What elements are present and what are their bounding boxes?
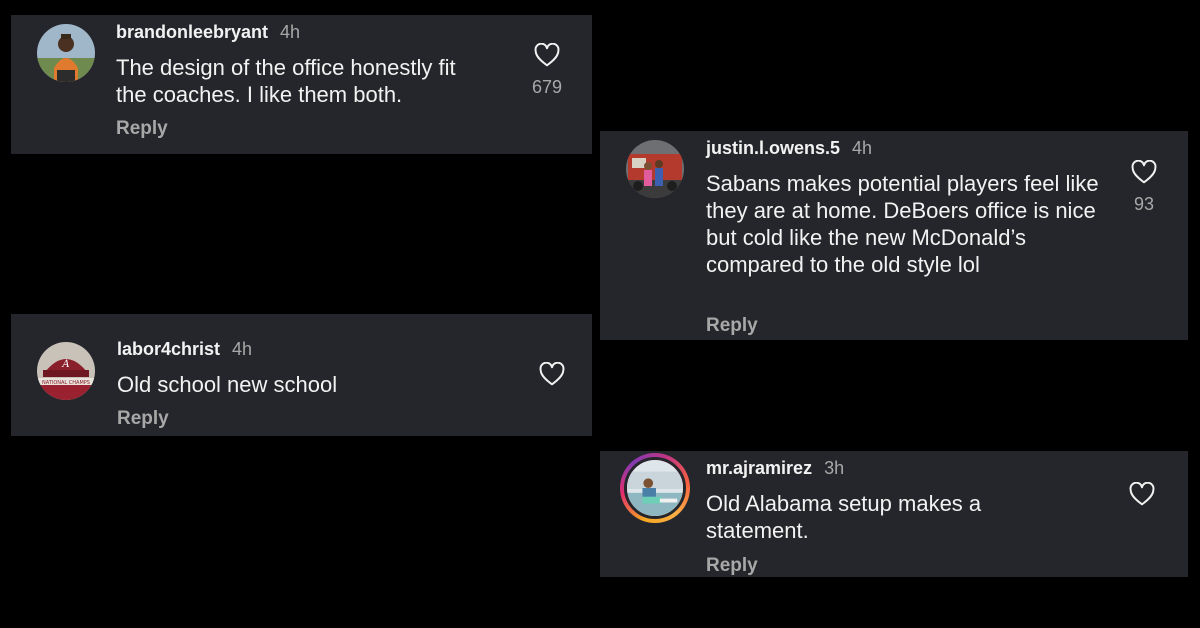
avatar-story-ring[interactable] (620, 453, 690, 523)
avatar-photo (627, 460, 683, 516)
heart-outline-icon[interactable] (1131, 160, 1157, 184)
comment-card: A NATIONAL CHAMPS labor4christ 4h Old sc… (11, 314, 592, 436)
timestamp: 3h (824, 458, 845, 478)
comment-card: brandonleebryant 4h The design of the of… (11, 15, 592, 154)
reply-button[interactable]: Reply (706, 315, 758, 337)
comment-text: The design of the office honestly fit th… (116, 55, 456, 107)
comment-card: mr.ajramirez 3h Old Alabama setup makes … (600, 451, 1188, 577)
avatar[interactable] (37, 24, 95, 82)
timestamp: 4h (852, 138, 873, 158)
like-count: 93 (1133, 194, 1155, 214)
heart-outline-icon[interactable] (539, 362, 565, 386)
username[interactable]: justin.l.owens.5 (706, 138, 840, 159)
like-control: 93 (1114, 160, 1174, 215)
heart-outline-icon[interactable] (534, 43, 560, 67)
comment-text: Old Alabama setup makes a statement. (706, 491, 982, 543)
like-control (1112, 482, 1172, 506)
comment-card: justin.l.owens.5 4h Sabans makes potenti… (600, 131, 1188, 340)
avatar[interactable]: A NATIONAL CHAMPS (37, 342, 95, 400)
reply-button[interactable]: Reply (117, 408, 169, 430)
username[interactable]: brandonleebryant (116, 22, 268, 43)
comment-text: Sabans makes potential players feel like… (706, 171, 1099, 277)
svg-text:A: A (61, 359, 69, 370)
like-count: 679 (531, 77, 563, 97)
timestamp: 4h (280, 22, 301, 42)
heart-outline-icon[interactable] (1129, 482, 1155, 506)
avatar-photo (37, 24, 95, 82)
username[interactable]: labor4christ (117, 339, 220, 360)
reply-button[interactable]: Reply (706, 555, 758, 577)
timestamp: 4h (232, 339, 253, 359)
avatar[interactable] (626, 140, 684, 198)
avatar-photo: A NATIONAL CHAMPS (37, 342, 95, 400)
username[interactable]: mr.ajramirez (706, 458, 812, 479)
like-control (522, 362, 582, 386)
avatar-photo (626, 140, 684, 198)
like-control: 679 (517, 43, 577, 98)
comment-text: Old school new school (117, 372, 338, 397)
reply-button[interactable]: Reply (116, 118, 168, 140)
